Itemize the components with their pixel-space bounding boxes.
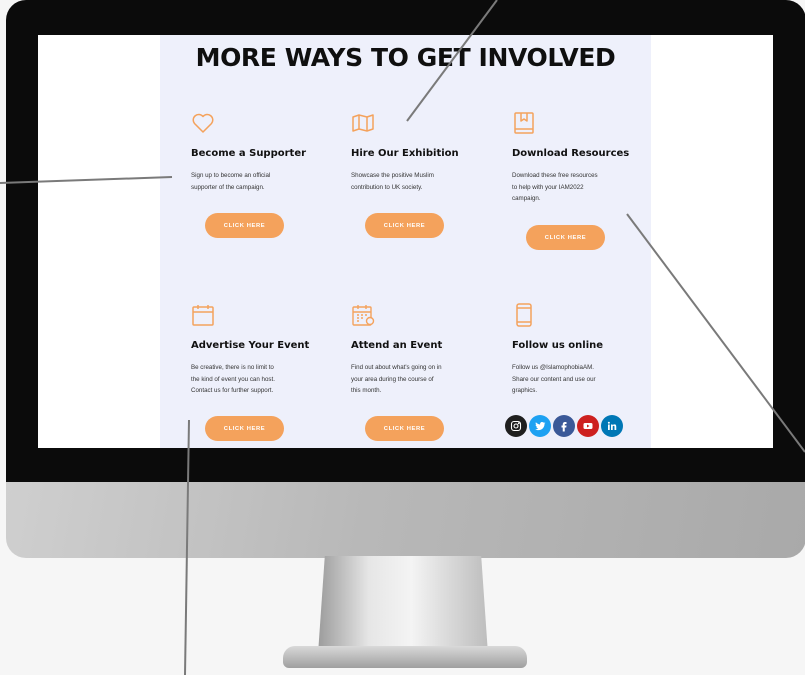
click-here-button[interactable]: CLICK HERE (365, 416, 444, 441)
card-description: Download these free resources to help wi… (512, 172, 598, 203)
monitor-stand-base (283, 646, 527, 668)
click-here-button[interactable]: CLICK HERE (365, 213, 444, 238)
card-description: Sign up to become an official supporter … (191, 172, 271, 191)
instagram-icon[interactable] (505, 415, 527, 437)
click-here-button[interactable]: CLICK HERE (205, 416, 284, 441)
card-description: Follow us @IslamophobiaAM. Share our con… (512, 364, 596, 395)
card-title: Hire Our Exhibition (351, 148, 459, 159)
card-description: Be creative, there is no limit to the ki… (191, 364, 275, 395)
calendar-icon (192, 305, 214, 326)
phone-icon (516, 303, 532, 327)
monitor-screen: MORE WAYS TO GET INVOLVED Become a Suppo… (38, 35, 773, 448)
social-links (505, 415, 630, 439)
linkedin-icon[interactable] (601, 415, 623, 437)
book-icon (514, 112, 534, 134)
monitor-chin (6, 482, 805, 558)
click-here-button[interactable]: CLICK HERE (205, 213, 284, 238)
card-description: Showcase the positive Muslim contributio… (351, 172, 434, 191)
card-title: Download Resources (512, 148, 630, 159)
click-here-button[interactable]: CLICK HERE (526, 225, 605, 250)
monitor-stand-neck (318, 556, 488, 654)
youtube-icon[interactable] (577, 415, 599, 437)
card-title: Attend an Event (351, 340, 443, 351)
event-calendar-icon (352, 305, 375, 326)
facebook-icon[interactable] (553, 415, 575, 437)
card-description: Find out about what's going on in your a… (351, 364, 442, 395)
section-heading: MORE WAYS TO GET INVOLVED (195, 43, 616, 72)
get-involved-section: MORE WAYS TO GET INVOLVED Become a Suppo… (160, 35, 651, 448)
card-title: Follow us online (512, 340, 604, 351)
map-icon (352, 114, 374, 132)
heart-icon (192, 113, 214, 133)
card-title: Become a Supporter (191, 148, 307, 159)
twitter-icon[interactable] (529, 415, 551, 437)
card-title: Advertise Your Event (191, 340, 310, 351)
